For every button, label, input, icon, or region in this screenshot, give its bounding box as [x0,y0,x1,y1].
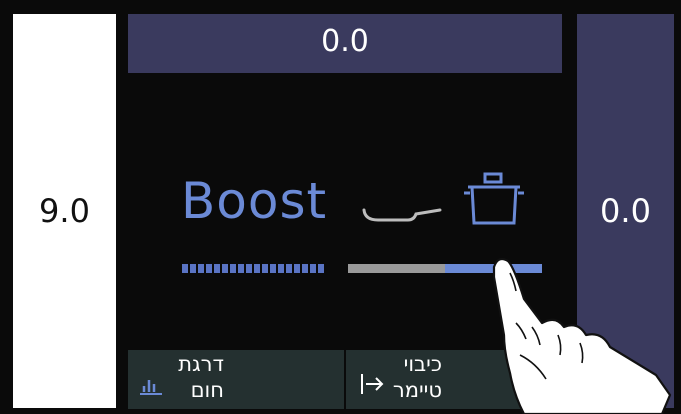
heat-button-line2: חום [190,378,224,402]
zone-right-value: 0.0 [600,192,651,230]
power-level-bar [182,264,325,273]
arrow-to-bar-icon [361,374,384,394]
cooking-zone-top[interactable]: 0.0 [128,14,562,73]
zone-top-value: 0.0 [321,24,369,59]
timer-button-line1: כיבוי [403,352,442,376]
zone-left-value: 9.0 [39,192,90,230]
boost-mode-label: Boost [181,172,328,230]
heat-button-line1: דרגת [178,352,224,376]
cooking-pot-icon[interactable] [462,171,526,229]
frying-pan-icon[interactable] [362,200,444,226]
slider-track [348,264,445,273]
cooktop-display: 9.0 0.0 0.0 Boost דרגת חום כיבוי טיימר [0,0,681,414]
pointing-hand-icon [492,257,672,414]
timer-button-line2: טיימר [392,378,442,402]
heat-level-button[interactable]: דרגת חום [128,350,344,409]
bar-chart-icon [140,380,162,395]
cooking-zone-left[interactable]: 9.0 [13,14,116,408]
